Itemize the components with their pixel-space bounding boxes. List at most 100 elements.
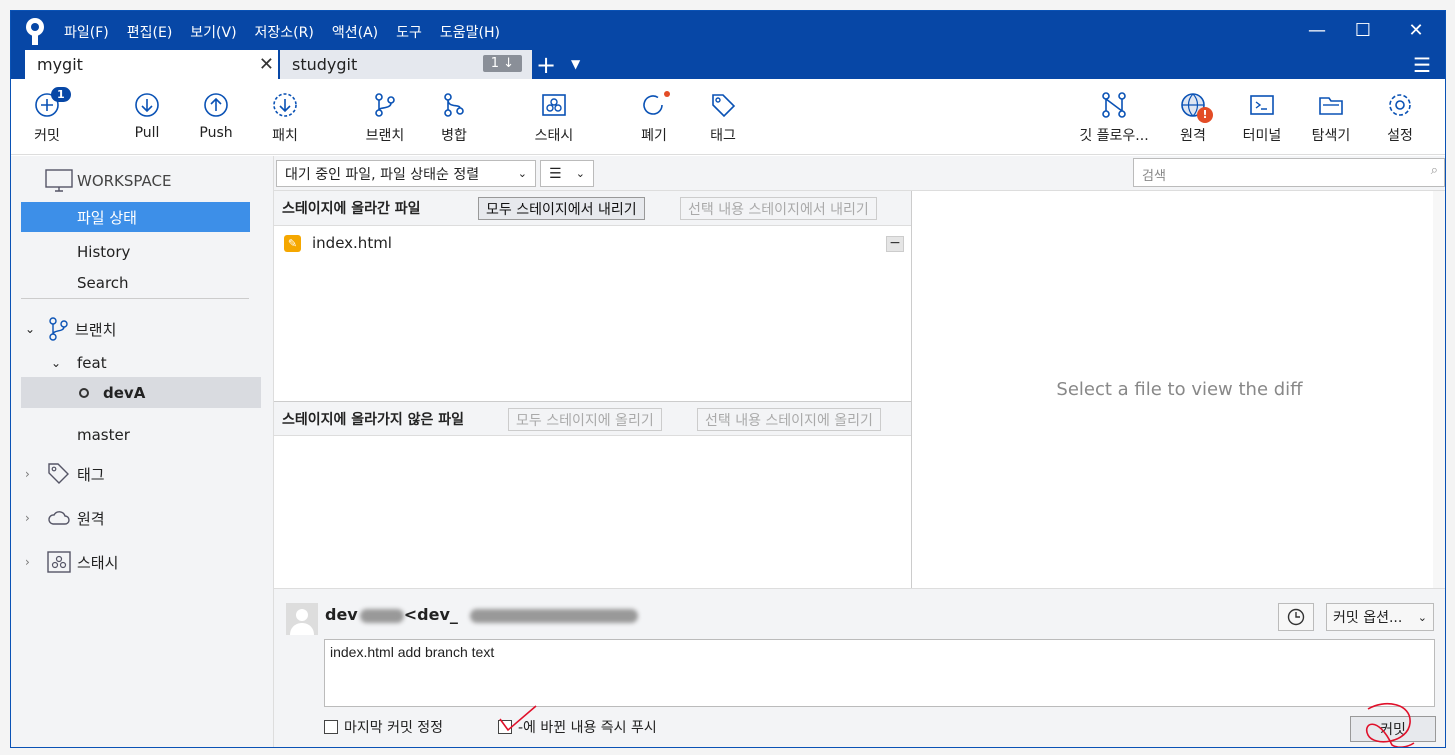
- folder-icon: [1319, 97, 1343, 115]
- menu-repository[interactable]: 저장소(R): [255, 19, 323, 45]
- staged-file-row[interactable]: ✎ index.html: [284, 234, 392, 252]
- workspace-header: WORKSPACE: [45, 168, 171, 194]
- toolbar: 1 커밋 Pull Push 패치 브랜치 병합 스태시 폐기 태그 깃 플로우…: [11, 79, 1445, 155]
- view-mode-dropdown[interactable]: ☰ ⌄: [540, 160, 594, 187]
- menu-file[interactable]: 파일(F): [64, 19, 118, 45]
- sidebar-item-label: History: [77, 243, 131, 261]
- sidebar-item-search[interactable]: Search: [77, 272, 129, 294]
- tab-dropdown-icon[interactable]: ▼: [571, 57, 580, 71]
- push-button[interactable]: Push: [180, 91, 252, 141]
- pull-icon: [135, 93, 159, 117]
- branch-icon: [375, 93, 395, 117]
- terminal-button[interactable]: 터미널: [1226, 91, 1298, 145]
- commit-options-label: 커밋 옵션...: [1333, 610, 1403, 626]
- unstage-file-button[interactable]: −: [886, 236, 904, 252]
- menu-view[interactable]: 보기(V): [190, 19, 245, 45]
- sidebar-stashes-header[interactable]: › 스태시: [25, 549, 118, 575]
- push-icon: [204, 93, 228, 117]
- sidebar-item-file-status[interactable]: 파일 상태: [21, 202, 250, 232]
- tab-label: studygit: [292, 55, 358, 74]
- stash-button[interactable]: 스태시: [518, 91, 590, 145]
- unstage-all-button[interactable]: 모두 스테이지에서 내리기: [478, 197, 645, 220]
- sidebar-tags-header[interactable]: › 태그: [25, 461, 105, 487]
- search-icon: ⌕: [1430, 163, 1438, 178]
- hamburger-menu-icon[interactable]: ☰: [1413, 53, 1431, 77]
- search-input[interactable]: 검색 ⌕: [1133, 158, 1445, 187]
- commit-toolbar-button[interactable]: 1 커밋: [11, 87, 83, 145]
- sidebar-item-label: 원격: [77, 509, 105, 528]
- diff-scrollbar[interactable]: [1433, 191, 1445, 588]
- stage-all-button[interactable]: 모두 스테이지에 올리기: [508, 408, 662, 431]
- gitflow-button[interactable]: 깃 플로우...: [1078, 91, 1150, 145]
- chevron-right-icon: ›: [25, 555, 30, 569]
- branch-button[interactable]: 브랜치: [349, 91, 421, 145]
- close-icon[interactable]: ✕: [259, 54, 274, 75]
- discard-button[interactable]: 폐기: [618, 91, 690, 145]
- commit-options-dropdown[interactable]: 커밋 옵션... ⌄: [1326, 603, 1434, 631]
- sidebar-item-master[interactable]: master: [77, 424, 130, 446]
- minimize-button[interactable]: —: [1294, 15, 1340, 45]
- sidebar-item-label: devA: [103, 383, 146, 402]
- terminal-icon: [1250, 95, 1274, 115]
- stash-icon: [47, 551, 71, 573]
- gitflow-label: 깃 플로우...: [1079, 128, 1149, 144]
- checkbox-box: [498, 720, 512, 734]
- sidebar-item-label: 브랜치: [75, 320, 117, 339]
- modified-pencil-icon: ✎: [284, 234, 301, 252]
- chevron-down-icon: ⌄: [1417, 610, 1427, 624]
- app-window: 파일(F) 편집(E) 보기(V) 저장소(R) 액션(A) 도구 도움말(H)…: [10, 10, 1446, 748]
- chevron-right-icon: ›: [25, 511, 30, 525]
- stage-selected-button[interactable]: 선택 내용 스테이지에 올리기: [697, 408, 881, 431]
- patch-icon: [273, 93, 297, 117]
- sidebar-item-label: master: [77, 426, 130, 444]
- amend-checkbox[interactable]: 마지막 커밋 정정: [324, 717, 443, 737]
- main-panel: 대기 중인 파일, 파일 상태순 정렬 ⌄ ☰ ⌄ 검색 ⌕ 스테이지에 올라간…: [274, 156, 1445, 747]
- tab-mygit[interactable]: mygit ✕: [25, 50, 278, 79]
- new-tab-button[interactable]: +: [534, 51, 558, 79]
- commit-area: dev <dev_ 커밋 옵션... ⌄ index.html add branc…: [274, 588, 1445, 747]
- push-immediately-checkbox[interactable]: -에 바뀐 내용 즉시 푸시: [498, 717, 657, 737]
- explorer-button[interactable]: 탐색기: [1295, 91, 1367, 145]
- sidebar-branches-header[interactable]: ⌄ 브랜치: [25, 316, 116, 342]
- sidebar-item-label: 태그: [77, 465, 105, 484]
- tab-studygit[interactable]: studygit 1 ↓: [280, 50, 532, 79]
- sidebar-item-label: 스태시: [77, 553, 119, 572]
- commit-message-input[interactable]: index.html add branch text: [324, 639, 1435, 707]
- merge-button[interactable]: 병합: [418, 91, 490, 145]
- menu-edit[interactable]: 편집(E): [127, 19, 182, 45]
- patch-button[interactable]: 패치: [249, 91, 321, 145]
- sidebar-item-history[interactable]: History: [77, 241, 130, 263]
- menu-bar: 파일(F) 편집(E) 보기(V) 저장소(R) 액션(A) 도구 도움말(H): [64, 19, 518, 45]
- close-window-button[interactable]: ✕: [1393, 15, 1439, 45]
- push-label: Push: [199, 125, 233, 141]
- redaction-blur: [470, 609, 638, 623]
- clock-icon: [1287, 608, 1305, 626]
- sidebar: WORKSPACE 파일 상태 History Search ⌄ 브랜치 ⌄ f…: [11, 156, 274, 747]
- menu-tools[interactable]: 도구: [396, 19, 431, 45]
- unstage-selected-button[interactable]: 선택 내용 스테이지에서 내리기: [680, 197, 877, 220]
- commit-button[interactable]: 커밋: [1350, 716, 1436, 742]
- sourcetree-logo-icon: [26, 18, 44, 45]
- stash-label: 스태시: [534, 128, 574, 144]
- chevron-down-icon: ⌄: [517, 167, 527, 180]
- search-placeholder: 검색: [1142, 169, 1166, 184]
- pull-label: Pull: [134, 125, 160, 141]
- settings-button[interactable]: 설정: [1364, 91, 1436, 145]
- pull-count-badge: 1 ↓: [482, 55, 522, 72]
- menu-help[interactable]: 도움말(H): [440, 19, 509, 45]
- checkbox-box: [324, 720, 338, 734]
- file-name: index.html: [312, 234, 392, 252]
- stash-icon: [542, 94, 566, 116]
- chevron-down-icon: ⌄: [51, 356, 62, 370]
- maximize-button[interactable]: ☐: [1340, 15, 1386, 45]
- sidebar-remotes-header[interactable]: › 원격: [25, 505, 105, 531]
- pull-button[interactable]: Pull: [111, 91, 183, 141]
- menu-actions[interactable]: 액션(A): [332, 19, 387, 45]
- tag-button[interactable]: 태그: [687, 91, 759, 145]
- diff-placeholder: Select a file to view the diff: [1056, 379, 1303, 400]
- sidebar-item-devA[interactable]: devA: [21, 377, 261, 408]
- remote-button[interactable]: ! 원격: [1157, 91, 1229, 145]
- sidebar-item-feat[interactable]: ⌄ feat: [51, 352, 107, 374]
- commit-history-button[interactable]: [1278, 603, 1314, 631]
- sort-dropdown[interactable]: 대기 중인 파일, 파일 상태순 정렬 ⌄: [276, 160, 536, 187]
